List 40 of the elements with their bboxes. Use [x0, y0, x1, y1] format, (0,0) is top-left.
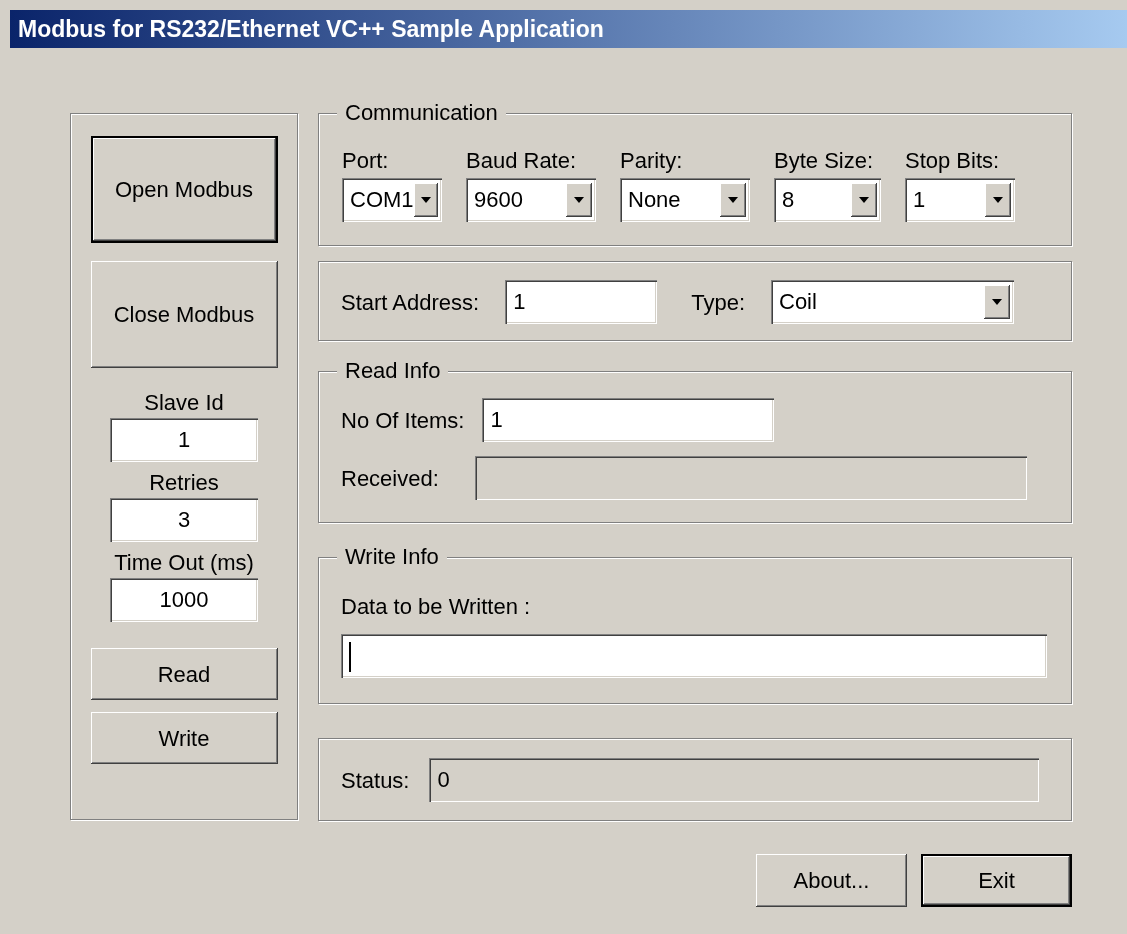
dropdown[interactable]: COM1: [342, 178, 442, 222]
input-field[interactable]: 1: [482, 398, 775, 442]
dropdown-value: None: [628, 186, 681, 214]
field-label: Type:: [691, 288, 745, 317]
dropdown-value: COM1: [350, 186, 414, 214]
input-field[interactable]: 3: [110, 498, 258, 542]
dropdown-value: 1: [913, 186, 926, 214]
window-title: Modbus for RS232/Ethernet VC++ Sample Application: [10, 10, 1127, 48]
dropdown[interactable]: None: [620, 178, 750, 222]
field-label: Status:: [341, 766, 410, 795]
button[interactable]: About...: [756, 854, 907, 907]
field-label: Received:: [341, 464, 439, 493]
field-label: Slave Id: [144, 389, 224, 417]
field-label: Data to be Written :: [340, 593, 532, 621]
button[interactable]: Open Modbus: [90, 136, 278, 243]
button[interactable]: Close Modbus: [90, 261, 278, 368]
dropdown-value: Coil: [779, 288, 817, 316]
dropdown[interactable]: 1: [905, 178, 1015, 222]
input-field[interactable]: 1: [110, 418, 258, 462]
field-label: Retries: [149, 469, 219, 497]
field-label: Parity:: [620, 147, 684, 175]
field-label: Baud Rate:: [466, 147, 578, 175]
text-cursor: [349, 642, 351, 673]
dropdown-value: 8: [782, 186, 795, 214]
field-label: Time Out (ms): [114, 549, 254, 577]
field-label: No Of Items:: [341, 406, 465, 435]
dropdown[interactable]: Coil: [771, 280, 1014, 324]
button[interactable]: Write: [90, 712, 278, 764]
field-label: Start Address:: [341, 288, 480, 317]
dropdown[interactable]: 9600: [466, 178, 596, 222]
button[interactable]: Read: [90, 648, 278, 700]
field-label: Port:: [342, 147, 390, 175]
dropdown-value: 9600: [474, 186, 523, 214]
field-label: Byte Size:: [774, 147, 875, 175]
dropdown[interactable]: 8: [774, 178, 881, 222]
field-label: Stop Bits:: [905, 147, 1001, 175]
input-field[interactable]: 1: [505, 280, 658, 324]
input-field[interactable]: 1000: [110, 578, 258, 622]
button[interactable]: Exit: [921, 854, 1072, 907]
input-field[interactable]: [341, 634, 1047, 678]
